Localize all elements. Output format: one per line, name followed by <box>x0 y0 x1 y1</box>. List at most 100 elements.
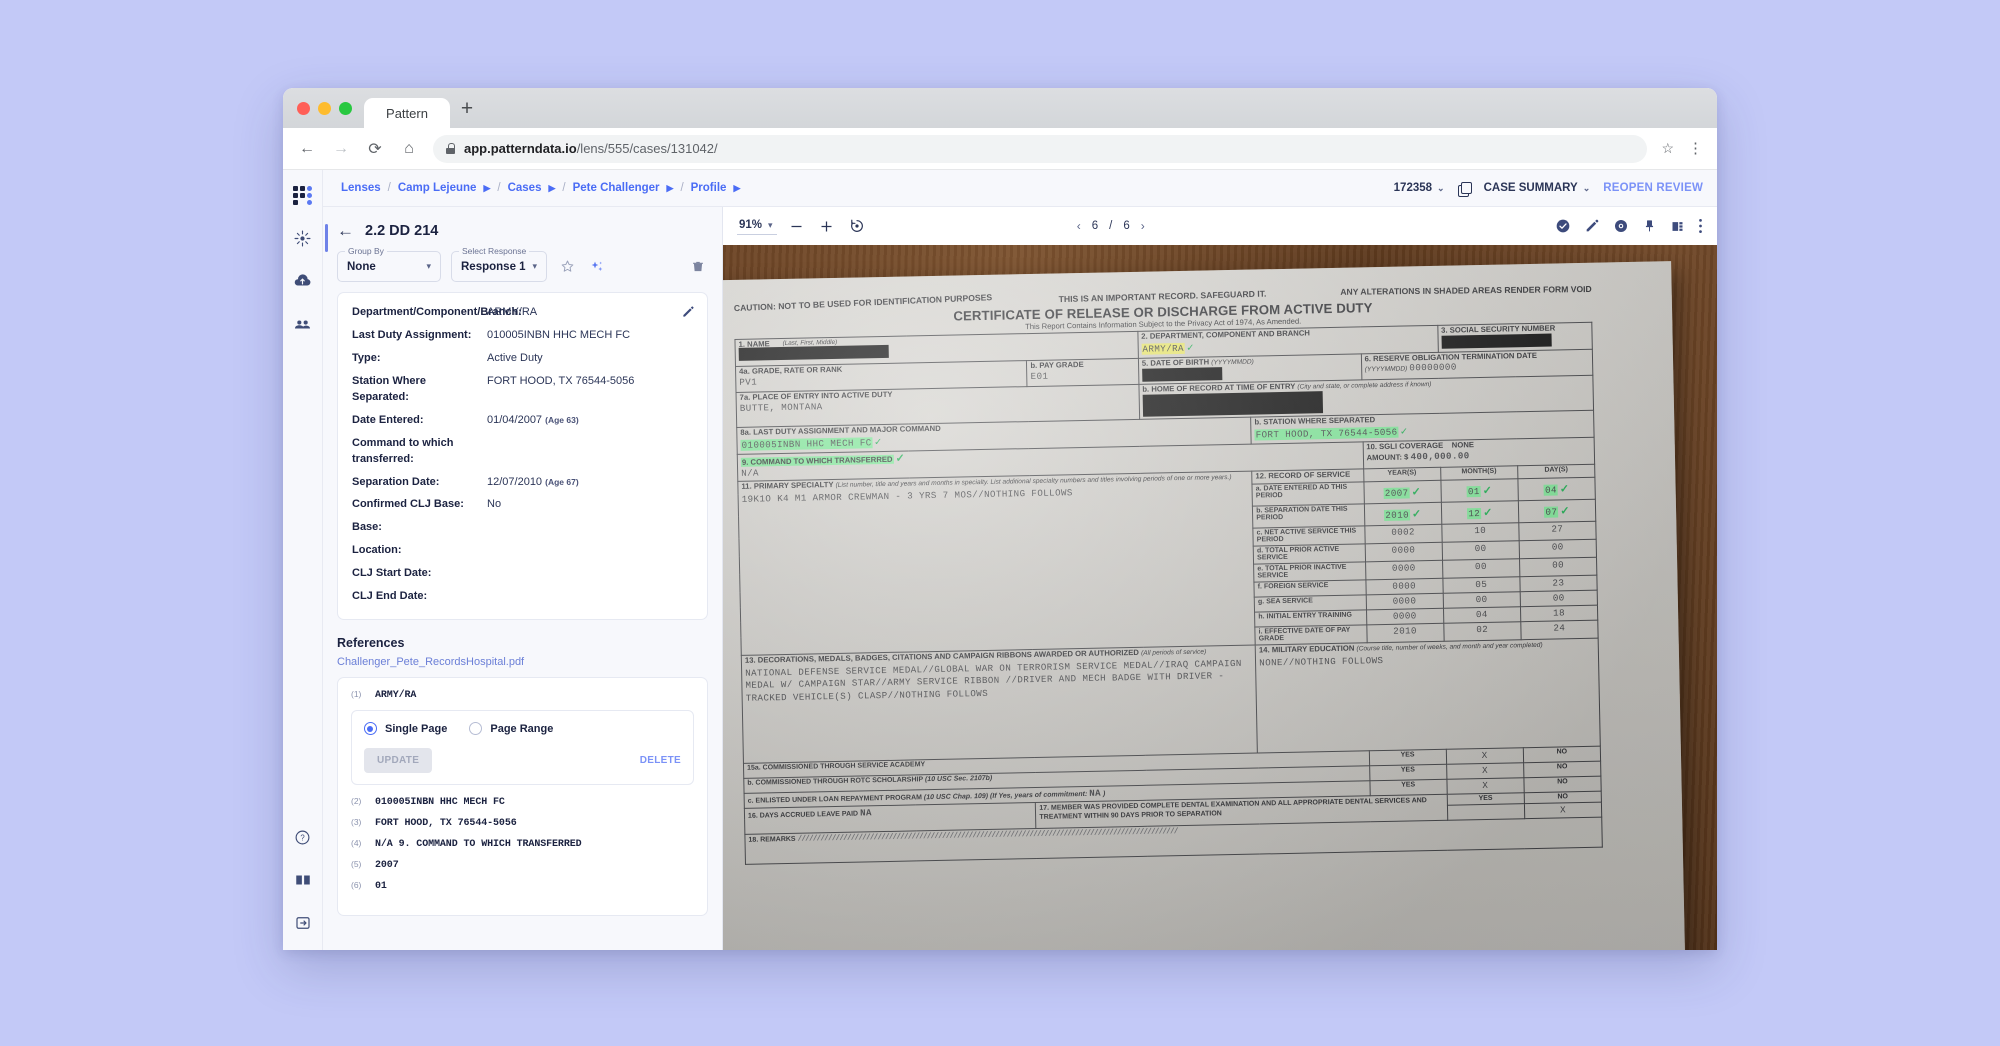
row-label: e. TOTAL PRIOR INACTIVE SERVICE <box>1257 563 1347 580</box>
select-response-select[interactable]: Select Response Response 1 ▾ <box>451 246 547 282</box>
reference-item: (4) N/A 9. COMMAND TO WHICH TRANSFERRED <box>351 838 694 850</box>
sidebar-item-guide[interactable] <box>287 864 319 896</box>
rotate-button[interactable] <box>847 216 867 236</box>
url-domain: app.patterndata.io <box>464 141 577 156</box>
back-icon[interactable]: ← <box>337 221 354 241</box>
document-canvas[interactable]: CAUTION: NOT TO BE USED FOR IDENTIFICATI… <box>723 245 1717 950</box>
redaction-bar <box>1441 333 1552 349</box>
people-icon <box>294 319 311 328</box>
main-area: ← 2.2 DD 214 Group By None ▾ Select Resp… <box>323 207 1717 950</box>
radio-single-page[interactable]: Single Page <box>364 722 447 736</box>
zoom-level-select[interactable]: 91% ▾ <box>737 217 777 235</box>
cell-value: 12 <box>1467 508 1482 520</box>
sidebar-item-people[interactable] <box>287 308 319 340</box>
highlight-value: ARMY/RA <box>1141 342 1186 355</box>
breadcrumb-item-cases[interactable]: Cases <box>508 182 542 194</box>
edit-attributes-button[interactable] <box>681 305 695 324</box>
browser-menu-icon[interactable]: ⋮ <box>1688 141 1703 156</box>
reference-actions: UPDATE DELETE <box>364 748 681 774</box>
preview-button[interactable] <box>1613 218 1629 234</box>
field-key: Last Duty Assignment: <box>352 328 472 341</box>
annotate-button[interactable] <box>1584 218 1600 234</box>
approve-button[interactable] <box>1555 218 1571 234</box>
pin-button[interactable] <box>1642 218 1657 234</box>
reference-number: (2) <box>351 796 362 807</box>
attributes-card: Department/Component/Branch: ARMY/RA Last… <box>337 292 708 621</box>
x-mark: X <box>1446 747 1524 765</box>
sidebar-item-upload[interactable] <box>287 265 319 297</box>
dd214-table: 1. NAME (Last, First, Middle) 2. DEPARTM… <box>734 322 1603 865</box>
field-row: Department/Component/Branch: ARMY/RA <box>352 305 693 321</box>
back-icon[interactable]: ← <box>297 139 317 159</box>
new-tab-button[interactable]: + <box>450 92 484 126</box>
group-by-select[interactable]: Group By None ▾ <box>337 246 441 282</box>
cell-value: 01 <box>1466 486 1481 498</box>
sidebar-item-logout[interactable] <box>287 907 319 939</box>
window-controls[interactable] <box>297 88 364 128</box>
highlight-label: 9. COMMAND TO WHICH TRANSFERRED <box>740 454 894 467</box>
reload-icon[interactable]: ⟳ <box>365 139 385 159</box>
pin-icon <box>1645 220 1654 232</box>
case-number-selector[interactable]: 172358 ⌄ <box>1394 182 1445 194</box>
field-value: NATIONAL DEFENSE SERVICE MEDAL//GLOBAL W… <box>745 657 1242 704</box>
sidebar-item-help[interactable]: ? <box>287 821 319 853</box>
case-summary-label: CASE SUMMARY <box>1483 182 1578 194</box>
service-years: 0000 <box>1365 578 1443 595</box>
breadcrumb-item-camp-lejeune[interactable]: Camp Lejeune <box>398 182 477 194</box>
label-text: 5. DATE OF BIRTH <box>1141 357 1210 368</box>
more-options-button[interactable] <box>1698 218 1703 234</box>
bookmark-icon[interactable]: ☆ <box>1661 140 1674 157</box>
radio-page-range[interactable]: Page Range <box>469 722 553 736</box>
minimize-window-button[interactable] <box>318 101 331 115</box>
breadcrumb-arrow-icon[interactable]: ▶ <box>667 183 674 194</box>
field-value: FORT HOOD, TX 76544-5056 <box>487 374 635 387</box>
zoom-out-button[interactable] <box>787 216 807 236</box>
sidebar-item-lens[interactable] <box>287 222 328 254</box>
maximize-window-button[interactable] <box>339 101 352 115</box>
breadcrumb-item-profile[interactable]: Profile <box>691 182 727 194</box>
reference-text: 2007 <box>375 860 399 872</box>
breadcrumb-arrow-icon[interactable]: ▶ <box>483 183 490 194</box>
cloud-upload-icon <box>294 273 311 285</box>
previous-page-button[interactable]: ‹ <box>1077 219 1081 233</box>
breadcrumb-item-lenses[interactable]: Lenses <box>341 182 381 194</box>
reference-file-link[interactable]: Challenger_Pete_RecordsHospital.pdf <box>323 656 722 677</box>
label-text: 16. DAYS ACCRUED LEAVE PAID <box>747 810 859 820</box>
redaction-bar <box>1142 390 1323 417</box>
service-days: 00 <box>1519 557 1597 577</box>
service-days: 00 <box>1520 590 1598 607</box>
reopen-review-button[interactable]: REOPEN REVIEW <box>1603 182 1703 194</box>
delete-reference-button[interactable]: DELETE <box>640 755 681 766</box>
url-input[interactable]: app.patterndata.io/lens/555/cases/131042… <box>433 134 1648 163</box>
service-months: 10 <box>1441 522 1519 543</box>
breadcrumb-arrow-icon[interactable]: ▶ <box>733 183 740 194</box>
close-window-button[interactable] <box>297 101 310 115</box>
forward-icon[interactable]: → <box>331 139 351 159</box>
breadcrumb-arrow-icon[interactable]: ▶ <box>548 183 555 194</box>
home-icon[interactable]: ⌂ <box>399 139 419 159</box>
browser-tab[interactable]: Pattern <box>364 98 450 128</box>
app-logo[interactable] <box>287 179 319 211</box>
delete-button[interactable] <box>688 257 708 277</box>
breadcrumb-item-pete-challenger[interactable]: Pete Challenger <box>573 182 660 194</box>
update-button[interactable]: UPDATE <box>364 748 433 774</box>
case-summary-selector[interactable]: CASE SUMMARY ⌄ <box>1484 182 1591 194</box>
field-value: ARMY/RA <box>487 306 538 318</box>
label-text: 10. SGLI COVERAGE <box>1366 440 1444 451</box>
zoom-in-button[interactable] <box>817 216 837 236</box>
pencil-icon <box>683 306 694 317</box>
reference-text: FORT HOOD, TX 76544-5056 <box>375 818 517 830</box>
copy-icon[interactable] <box>1457 181 1472 197</box>
field-paygrade: b. PAY GRADE E01 <box>1026 358 1139 387</box>
favorite-button[interactable] <box>557 257 577 277</box>
row-label: f. FOREIGN SERVICE <box>1257 582 1329 591</box>
next-page-button[interactable]: › <box>1141 219 1145 233</box>
ai-assist-button[interactable] <box>587 257 607 277</box>
field-value: 01/04/2007 (Age 63) <box>487 413 579 429</box>
service-label: c. NET ACTIVE SERVICE THIS PERIOD <box>1253 525 1365 547</box>
panel-toggle-button[interactable] <box>1670 219 1685 234</box>
rotate-icon <box>850 219 863 232</box>
service-years: 0000 <box>1365 560 1443 580</box>
check-mark: ✓ <box>1411 486 1421 499</box>
x-mark: X <box>1446 777 1525 795</box>
